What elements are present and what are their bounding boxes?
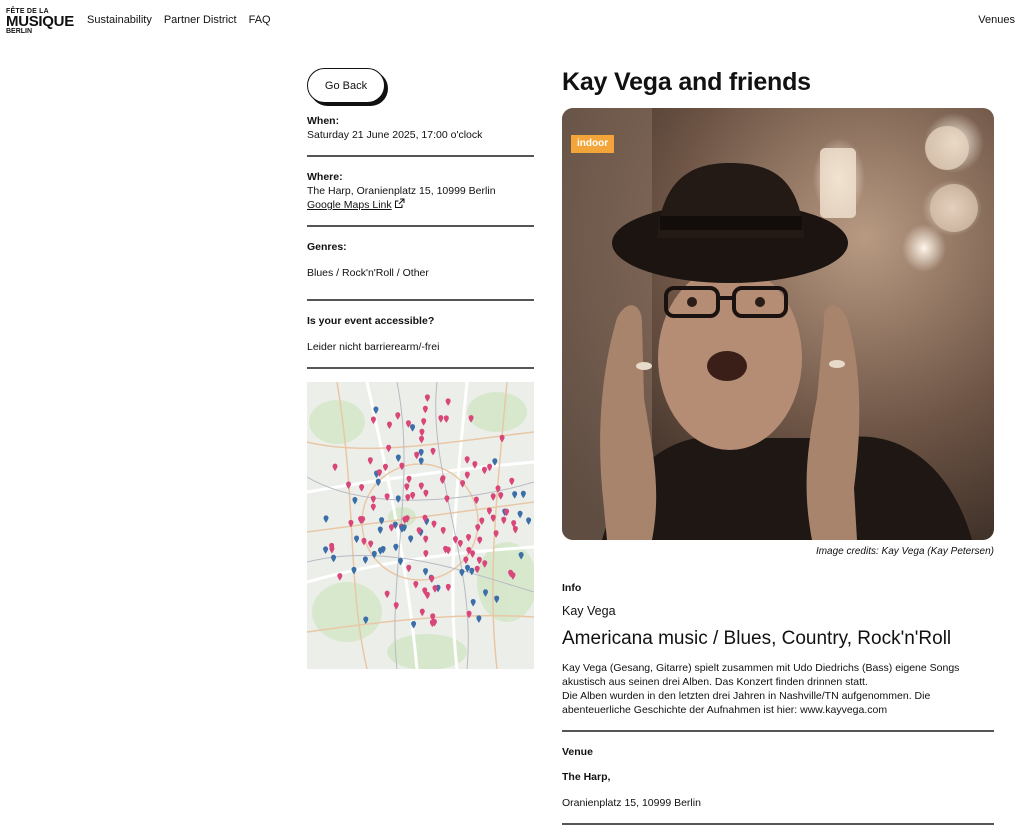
description-line: abenteuerliche Geschichte der Aufnahmen … xyxy=(562,704,888,716)
description-line: akustisch aus seinen drei Alben. Das Kon… xyxy=(562,676,868,688)
google-maps-link[interactable]: Google Maps Link xyxy=(307,198,405,213)
event-photo: indoor xyxy=(562,108,994,540)
when-section: When: Saturday 21 June 2025, 17:00 o'clo… xyxy=(307,115,534,157)
accessibility-value: Leider nicht barrierearm/-frei xyxy=(307,341,440,353)
genres-label: Genres: xyxy=(307,241,347,253)
event-description: Kay Vega (Gesang, Gitarre) spielt zusamm… xyxy=(562,661,994,732)
nav-venues[interactable]: Venues xyxy=(978,14,1015,26)
where-section: Where: The Harp, Oranienplatz 15, 10999 … xyxy=(307,157,534,227)
genre-headline: Americana music / Blues, Country, Rock'n… xyxy=(562,628,952,649)
event-main-column: Kay Vega and friends indoor Image credit… xyxy=(562,66,994,825)
where-value: The Harp, Oranienplatz 15, 10999 Berlin xyxy=(307,185,496,197)
nav-sustainability[interactable]: Sustainability xyxy=(87,14,152,26)
site-header: FÊTE DE LA MUSIQUE BERLIN Sustainability… xyxy=(0,0,1024,40)
artist-name: Kay Vega xyxy=(562,604,616,618)
when-label: When: xyxy=(307,115,340,127)
map-graphic xyxy=(307,382,534,669)
main-nav: Sustainability Partner District FAQ xyxy=(87,14,271,26)
venue-map[interactable] xyxy=(307,382,534,669)
when-value: Saturday 21 June 2025, 17:00 o'clock xyxy=(307,129,483,141)
info-heading: Info xyxy=(562,582,582,594)
where-label: Where: xyxy=(307,171,343,183)
nav-faq[interactable]: FAQ xyxy=(249,14,271,26)
external-link-icon xyxy=(394,198,405,213)
go-back-button[interactable]: Go Back xyxy=(307,68,385,103)
event-details-column: Go Back When: Saturday 21 June 2025, 17:… xyxy=(307,68,534,669)
genres-value: Blues / Rock'n'Roll / Other xyxy=(307,267,429,279)
accessibility-section: Is your event accessible? Leider nicht b… xyxy=(307,301,534,369)
venue-address: Oranienplatz 15, 10999 Berlin xyxy=(562,797,994,825)
description-line: Kay Vega (Gesang, Gitarre) spielt zusamm… xyxy=(562,662,960,674)
nav-partner-district[interactable]: Partner District xyxy=(164,14,237,26)
event-title: Kay Vega and friends xyxy=(562,68,811,96)
indoor-badge: indoor xyxy=(571,135,615,153)
image-credits: Image credits: Kay Vega (Kay Petersen) xyxy=(815,546,994,557)
artist-photo-image xyxy=(562,108,994,540)
google-maps-link-label: Google Maps Link xyxy=(307,199,392,211)
accessibility-label: Is your event accessible? xyxy=(307,315,435,327)
logo-line-2: MUSIQUE xyxy=(6,13,74,30)
description-line: Die Alben wurden in den letzten drei Jah… xyxy=(562,690,931,702)
genres-section: Genres: Blues / Rock'n'Roll / Other xyxy=(307,227,534,301)
venue-heading: Venue xyxy=(562,746,593,758)
venue-name: The Harp, xyxy=(562,771,611,783)
site-logo[interactable]: FÊTE DE LA MUSIQUE BERLIN xyxy=(6,8,76,35)
